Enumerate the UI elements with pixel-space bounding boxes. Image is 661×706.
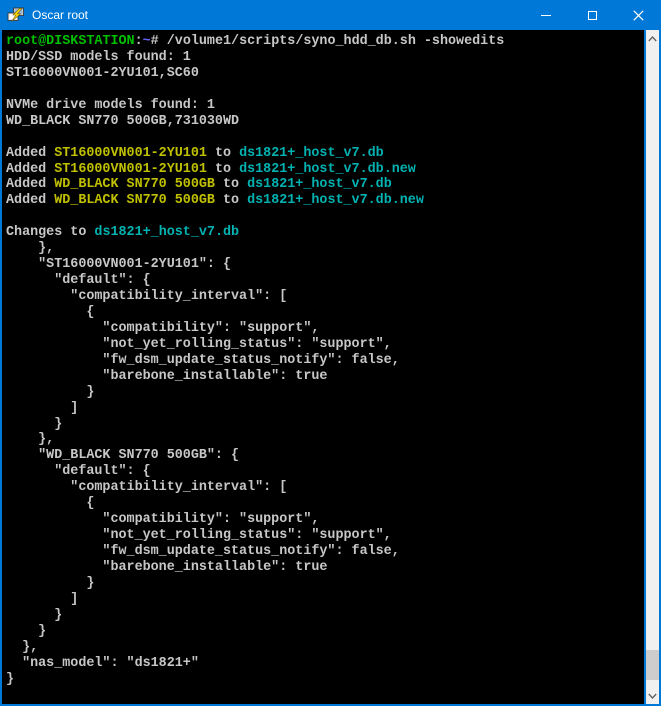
terminal-line: [6, 82, 644, 98]
terminal-line: {: [6, 305, 644, 321]
terminal-line: ST16000VN001-2YU101,SC60: [6, 66, 644, 82]
terminal-line: Added WD_BLACK SN770 500GB to ds1821+_ho…: [6, 177, 644, 193]
terminal-line: "barebone_installable": true: [6, 560, 644, 576]
terminal-line: WD_BLACK SN770 500GB,731030WD: [6, 114, 644, 130]
putty-terminal-icon: [7, 7, 25, 23]
close-icon: [633, 10, 644, 21]
putty-window: Oscar root root@DISKSTATION:~# /volume1/…: [0, 0, 661, 706]
terminal-line: Added WD_BLACK SN770 500GB to ds1821+_ho…: [6, 193, 644, 209]
terminal-line: "WD_BLACK SN770 500GB": {: [6, 448, 644, 464]
terminal-line: },: [6, 241, 644, 257]
window-title: Oscar root: [32, 8, 88, 22]
terminal-line: ]: [6, 592, 644, 608]
terminal-line: [6, 130, 644, 146]
terminal-line: [6, 209, 644, 225]
terminal-line: }: [6, 608, 644, 624]
window-controls: [523, 0, 661, 30]
close-button[interactable]: [615, 0, 661, 30]
maximize-icon: [588, 11, 597, 20]
terminal-line: }: [6, 576, 644, 592]
terminal-line: NVMe drive models found: 1: [6, 98, 644, 114]
minimize-icon: [541, 15, 551, 16]
chevron-down-icon: [648, 693, 657, 699]
terminal-line: ]: [6, 401, 644, 417]
terminal-line: "compatibility_interval": [: [6, 480, 644, 496]
terminal-line: "ST16000VN001-2YU101": {: [6, 257, 644, 273]
terminal-line: Changes to ds1821+_host_v7.db: [6, 225, 644, 241]
chevron-up-icon: [648, 36, 657, 42]
window-body: root@DISKSTATION:~# /volume1/scripts/syn…: [0, 30, 661, 706]
terminal-line: HDD/SSD models found: 1: [6, 50, 644, 66]
terminal-line: "not_yet_rolling_status": "support",: [6, 337, 644, 353]
scrollbar-thumb[interactable]: [646, 650, 659, 680]
terminal-line: }: [6, 417, 644, 433]
titlebar[interactable]: Oscar root: [0, 0, 661, 30]
terminal-line: Added ST16000VN001-2YU101 to ds1821+_hos…: [6, 146, 644, 162]
terminal-line: {: [6, 496, 644, 512]
scroll-up-button[interactable]: [646, 30, 659, 47]
maximize-button[interactable]: [569, 0, 615, 30]
terminal-line: "default": {: [6, 464, 644, 480]
terminal-line: "barebone_installable": true: [6, 369, 644, 385]
terminal-line: "compatibility_interval": [: [6, 289, 644, 305]
terminal-line: },: [6, 432, 644, 448]
terminal-line: },: [6, 640, 644, 656]
terminal-line: "fw_dsm_update_status_notify": false,: [6, 544, 644, 560]
terminal-line: "nas_model": "ds1821+": [6, 656, 644, 672]
terminal-line: }: [6, 672, 644, 688]
terminal-line: "default": {: [6, 273, 644, 289]
terminal-line: "fw_dsm_update_status_notify": false,: [6, 353, 644, 369]
scrollbar[interactable]: [646, 30, 659, 704]
terminal-line: root@DISKSTATION:~# /volume1/scripts/syn…: [6, 34, 644, 50]
scroll-down-button[interactable]: [646, 687, 659, 704]
terminal-line: "compatibility": "support",: [6, 512, 644, 528]
terminal-output[interactable]: root@DISKSTATION:~# /volume1/scripts/syn…: [2, 30, 644, 704]
terminal-line: "not_yet_rolling_status": "support",: [6, 528, 644, 544]
minimize-button[interactable]: [523, 0, 569, 30]
terminal-line: "compatibility": "support",: [6, 321, 644, 337]
terminal-line: Added ST16000VN001-2YU101 to ds1821+_hos…: [6, 162, 644, 178]
terminal-line: }: [6, 624, 644, 640]
terminal-line: }: [6, 385, 644, 401]
